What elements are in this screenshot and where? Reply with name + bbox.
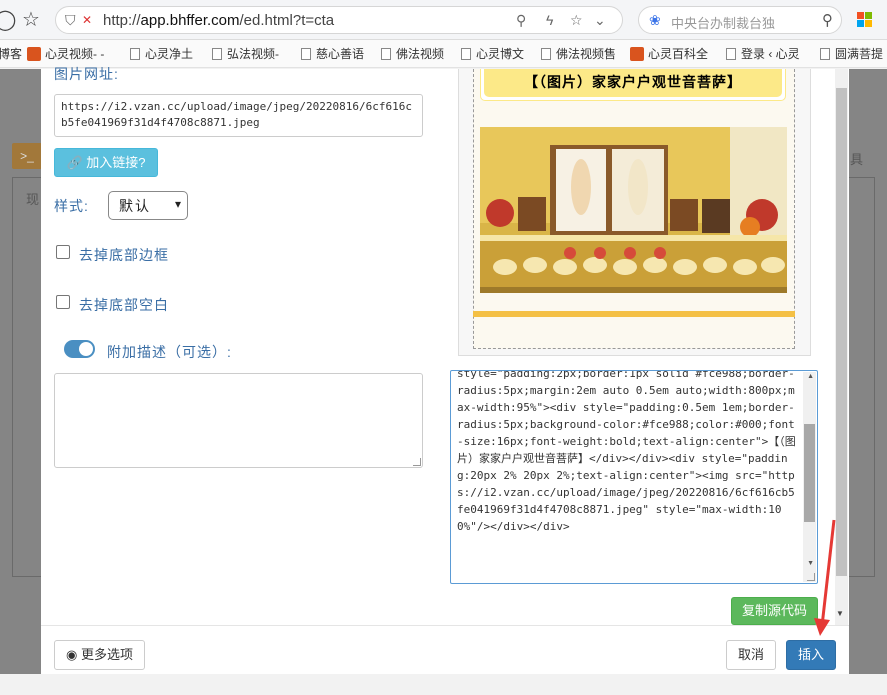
site-favicon-icon xyxy=(27,47,41,61)
more-options-button[interactable]: ◉ 更多选项 xyxy=(54,640,145,670)
back-icon[interactable]: ◯ xyxy=(0,8,16,32)
url-text: http://app.bhffer.com/ed.html?t=cta xyxy=(103,12,335,29)
bookmark-item[interactable]: 圆满菩提 xyxy=(820,46,883,62)
source-scrollbar-thumb[interactable] xyxy=(804,424,815,522)
bookmark-item[interactable]: 登录 ‹ 心灵 xyxy=(726,46,800,62)
windows-logo-icon[interactable] xyxy=(857,12,873,28)
search-placeholder: 中央台办制裁台独 xyxy=(671,16,776,31)
dialog-footer-divider xyxy=(41,625,849,626)
resize-grip-icon[interactable] xyxy=(413,458,421,466)
chevron-down-icon: ▾ xyxy=(174,197,181,211)
remove-bottom-border-checkbox[interactable] xyxy=(56,245,70,259)
background-text: 现 xyxy=(26,192,40,207)
link-icon: 🔗 xyxy=(66,155,83,170)
page-icon xyxy=(381,48,391,60)
description-toggle[interactable] xyxy=(64,340,95,358)
image-url-input[interactable]: https://i2.vzan.cc/upload/image/jpeg/202… xyxy=(54,94,423,137)
page-icon xyxy=(461,48,471,60)
toggle-knob xyxy=(79,342,93,356)
preview-title-frame: 【（图片）家家户户观世音菩萨】 xyxy=(480,69,786,101)
address-bar[interactable]: ⛉ ✕ http://app.bhffer.com/ed.html?t=cta … xyxy=(55,6,623,34)
bookmarks-bar: 博客 心灵视频- - 心灵净土 弘法视频- 慈心善语 佛法视频 心灵博文 佛法视… xyxy=(0,40,887,68)
source-code-textarea[interactable]: style="padding:2px;border:1px solid #fce… xyxy=(450,370,818,584)
source-code-text: style="padding:2px;border:1px solid #fce… xyxy=(457,370,796,533)
eye-icon: ◉ xyxy=(66,647,78,662)
style-select[interactable]: 默认 ▾ xyxy=(108,191,188,220)
copy-source-button[interactable]: 复制源代码 xyxy=(731,597,818,625)
bookmark-item[interactable]: 佛法视频售 xyxy=(541,46,616,62)
search-box[interactable]: ❀ 中央台办制裁台独 ⚲ xyxy=(638,6,842,34)
shield-icon: ⛉ xyxy=(65,12,76,28)
preview-title: 【（图片）家家户户观世音菩萨】 xyxy=(484,69,782,97)
description-toggle-label: 附加描述（可选）: xyxy=(107,344,232,360)
background-editor-right xyxy=(849,177,875,577)
zoom-icon[interactable]: ⚲ xyxy=(516,11,526,29)
bookmark-item[interactable]: 博客 xyxy=(0,46,22,62)
page-icon xyxy=(726,48,736,60)
remove-bottom-space-checkbox[interactable] xyxy=(56,295,70,309)
favorite-star-icon[interactable]: ☆ xyxy=(22,8,40,32)
bookmark-star-icon[interactable]: ☆ xyxy=(570,11,583,29)
lightning-icon[interactable]: ϟ xyxy=(546,11,553,29)
page-icon xyxy=(212,48,222,60)
site-favicon-icon xyxy=(630,47,644,61)
bookmark-item[interactable]: 佛法视频 xyxy=(381,46,444,62)
chevron-down-icon[interactable]: ⌄ xyxy=(594,11,606,29)
preview-image xyxy=(480,127,787,293)
add-link-button[interactable]: 🔗 加入链接? xyxy=(54,148,158,177)
page-icon xyxy=(541,48,551,60)
bookmark-item[interactable]: 弘法视频- xyxy=(212,46,279,62)
style-label: 样式: xyxy=(54,198,89,214)
bookmark-item[interactable]: 心灵净土 xyxy=(130,46,193,62)
page-icon xyxy=(820,48,830,60)
page-icon xyxy=(130,48,140,60)
background-text: 具 xyxy=(850,152,864,167)
page-icon xyxy=(301,48,311,60)
shrine-photo xyxy=(480,127,787,293)
preview-bottom-bar xyxy=(473,311,795,317)
image-url-label: 图片网址: xyxy=(54,66,119,82)
scroll-up-icon[interactable]: ▲ xyxy=(807,373,814,380)
page-bottom-strip xyxy=(0,674,887,695)
bookmark-item[interactable]: 心灵视频- - xyxy=(27,46,104,62)
cancel-button[interactable]: 取消 xyxy=(726,640,776,670)
remove-bottom-space-label[interactable]: 去掉底部空白 xyxy=(79,295,169,315)
background-button: >_ xyxy=(12,143,42,169)
paw-icon: ❀ xyxy=(649,12,661,28)
description-textarea[interactable] xyxy=(54,373,423,468)
insert-button[interactable]: 插入 xyxy=(786,640,836,670)
browser-toolbar: ◯ ☆ ⛉ ✕ http://app.bhffer.com/ed.html?t=… xyxy=(0,0,887,40)
bookmark-item[interactable]: 心灵博文 xyxy=(461,46,524,62)
bookmark-item[interactable]: 慈心善语 xyxy=(301,46,364,62)
remove-bottom-border-label[interactable]: 去掉底部边框 xyxy=(79,245,169,265)
search-icon[interactable]: ⚲ xyxy=(822,11,833,29)
annotation-arrow-icon xyxy=(814,519,836,636)
background-editor xyxy=(12,177,42,577)
dialog-scrollbar-thumb[interactable] xyxy=(836,88,847,576)
insecure-lock-icon[interactable]: ✕ xyxy=(82,11,92,29)
bookmark-item[interactable]: 心灵百科全 xyxy=(630,46,708,62)
